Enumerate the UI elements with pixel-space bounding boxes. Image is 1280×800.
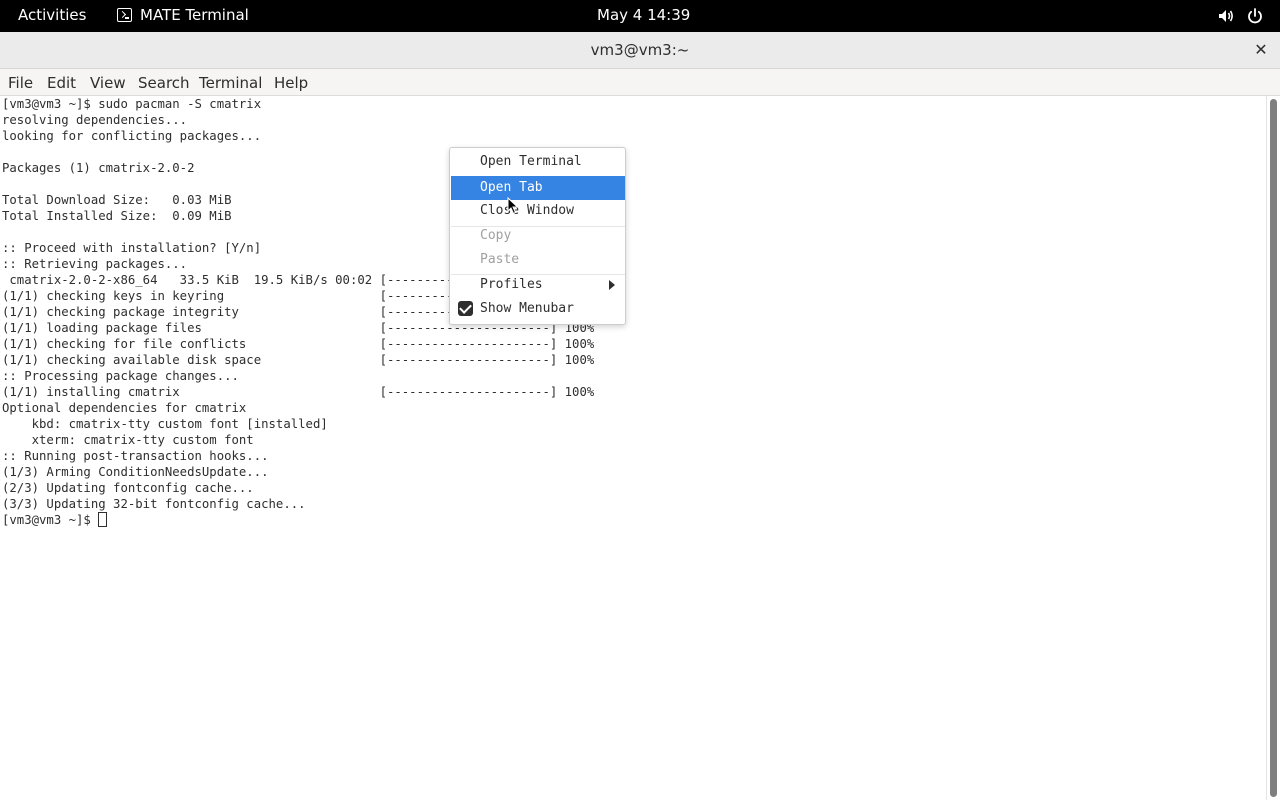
terminal-line: resolving dependencies... [2, 113, 188, 127]
terminal-line: xterm: cmatrix-tty custom font [2, 433, 254, 447]
checkbox-checked-icon [458, 301, 473, 316]
menu-item-open-terminal[interactable]: Open Terminal [451, 150, 625, 174]
menu-terminal[interactable]: Terminal [199, 74, 262, 92]
app-name: MATE Terminal [140, 6, 249, 24]
terminal-line: (1/1) installing cmatrix [--------------… [2, 385, 595, 399]
menu-item-close-window[interactable]: Close Window [451, 199, 625, 223]
terminal-line: looking for conflicting packages... [2, 129, 262, 143]
top-bar: Activities MATE Terminal May 4 14:39 [0, 0, 1280, 32]
terminal-line: (2/3) Updating fontconfig cache... [2, 481, 254, 495]
terminal-line: Optional dependencies for cmatrix [2, 401, 247, 415]
submenu-arrow-icon [609, 280, 615, 290]
terminal-area[interactable]: [vm3@vm3 ~]$ sudo pacman -S cmatrix resol… [0, 96, 1266, 800]
menu-item-open-tab[interactable]: Open Tab [451, 176, 625, 200]
menu-item-paste[interactable]: Paste [451, 248, 625, 272]
terminal-line: (1/1) checking available disk space [---… [2, 353, 595, 367]
volume-icon[interactable] [1217, 7, 1235, 25]
terminal-line: [vm3@vm3 ~]$ sudo pacman -S cmatrix [2, 97, 262, 111]
menu-view[interactable]: View [90, 74, 126, 92]
terminal-icon [117, 8, 132, 22]
menu-help[interactable]: Help [274, 74, 308, 92]
power-icon[interactable] [1246, 7, 1264, 25]
menu-item-show-menubar[interactable]: Show Menubar [451, 297, 625, 321]
menubar: File Edit View Search Terminal Help [0, 69, 1280, 96]
terminal-line: :: Processing package changes... [2, 369, 239, 383]
terminal-prompt-line: [vm3@vm3 ~]$ [2, 512, 594, 528]
menu-search[interactable]: Search [138, 74, 190, 92]
shell-prompt: [vm3@vm3 ~]$ [2, 513, 99, 527]
terminal-scrollbar[interactable] [1266, 96, 1280, 800]
terminal-line: (1/3) Arming ConditionNeedsUpdate... [2, 465, 269, 479]
menu-file[interactable]: File [8, 74, 33, 92]
terminal-line: :: Running post-transaction hooks... [2, 449, 269, 463]
context-menu: Open Terminal Open Tab Close Window Copy… [449, 147, 626, 325]
menu-item-show-menubar-label: Show Menubar [480, 301, 574, 316]
terminal-line: (1/1) checking for file conflicts [-----… [2, 337, 595, 351]
menu-item-copy[interactable]: Copy [451, 224, 625, 248]
menu-edit[interactable]: Edit [47, 74, 76, 92]
scrollbar-thumb[interactable] [1270, 99, 1277, 797]
terminal-line: (3/3) Updating 32-bit fontconfig cache..… [2, 497, 306, 511]
text-cursor [98, 512, 108, 527]
activities-button[interactable]: Activities [18, 6, 86, 24]
menu-item-profiles-label: Profiles [480, 277, 543, 292]
window-title: vm3@vm3:~ [590, 41, 690, 59]
terminal-line: kbd: cmatrix-tty custom font [installed] [2, 417, 328, 431]
menu-item-profiles[interactable]: Profiles [451, 273, 625, 297]
app-menu-button[interactable]: MATE Terminal [117, 6, 249, 24]
window-titlebar[interactable]: vm3@vm3:~ ✕ [0, 32, 1280, 69]
clock[interactable]: May 4 14:39 [597, 6, 690, 24]
mouse-pointer-icon [507, 197, 519, 215]
close-icon[interactable]: ✕ [1253, 42, 1269, 58]
